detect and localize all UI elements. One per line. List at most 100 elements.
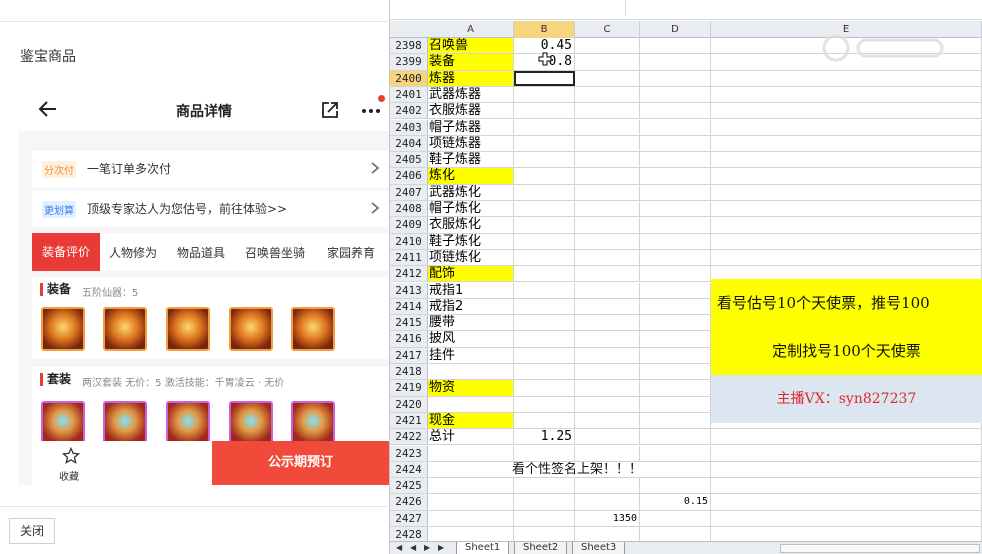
- cell-b[interactable]: [514, 184, 575, 200]
- cell-e[interactable]: [711, 70, 982, 86]
- cell-a[interactable]: 衣服炼器: [428, 103, 514, 119]
- cell-a[interactable]: 配饰: [428, 266, 514, 282]
- cell-b[interactable]: [514, 70, 575, 86]
- row-number[interactable]: 2404: [390, 135, 428, 152]
- cell-e[interactable]: [711, 461, 982, 478]
- cell-c[interactable]: [575, 478, 640, 494]
- cell-d[interactable]: [640, 38, 711, 54]
- cell-d[interactable]: 0.15: [640, 494, 711, 510]
- cell-b[interactable]: [514, 527, 575, 543]
- cell-b[interactable]: 1.25: [514, 429, 575, 445]
- col-header-d[interactable]: D: [640, 21, 711, 38]
- row-number[interactable]: 2414: [390, 298, 428, 315]
- row-number[interactable]: 2422: [390, 429, 428, 445]
- cell-b[interactable]: [514, 315, 575, 331]
- set-item[interactable]: [229, 401, 273, 445]
- row-number[interactable]: 2407: [390, 184, 428, 200]
- cell-b[interactable]: [514, 152, 575, 168]
- cell-b[interactable]: [514, 347, 575, 363]
- row-number[interactable]: 2413: [390, 282, 428, 298]
- cell-c[interactable]: [575, 168, 640, 184]
- cell-c[interactable]: [575, 282, 640, 298]
- cell-b[interactable]: [514, 168, 575, 184]
- cell-d[interactable]: [640, 315, 711, 331]
- tab-homestead[interactable]: 家园养育: [327, 244, 375, 261]
- cell-b[interactable]: [514, 249, 575, 266]
- prev-sheet-icon[interactable]: ◀: [410, 543, 416, 552]
- cell-c[interactable]: [575, 364, 640, 380]
- cell-e[interactable]: [711, 86, 982, 103]
- row-number[interactable]: 2402: [390, 103, 428, 119]
- col-header-a[interactable]: A: [428, 21, 514, 38]
- cell-d[interactable]: [640, 70, 711, 86]
- cell-c[interactable]: [575, 217, 640, 233]
- cell-d[interactable]: [640, 184, 711, 200]
- more-icon[interactable]: [359, 99, 383, 121]
- cell-b[interactable]: [514, 201, 575, 217]
- cell-d[interactable]: [640, 266, 711, 282]
- cell-e[interactable]: [711, 478, 982, 494]
- cell-b[interactable]: [514, 233, 575, 249]
- row-number[interactable]: 2409: [390, 217, 428, 233]
- cell-c[interactable]: [575, 86, 640, 103]
- row-number[interactable]: 2421: [390, 412, 428, 429]
- cell-a[interactable]: [428, 478, 514, 494]
- cell-b[interactable]: [514, 135, 575, 152]
- cell-e[interactable]: [711, 527, 982, 543]
- cell-e[interactable]: [711, 119, 982, 135]
- horizontal-scrollbar[interactable]: [780, 544, 980, 553]
- cell-d[interactable]: [640, 152, 711, 168]
- cell-b[interactable]: [514, 364, 575, 380]
- cell-c[interactable]: [575, 233, 640, 249]
- cell-d[interactable]: [640, 396, 711, 412]
- cell-b[interactable]: [514, 331, 575, 347]
- equipment-item[interactable]: [41, 307, 85, 351]
- cell-e[interactable]: [711, 103, 982, 119]
- cell-c[interactable]: 1350: [575, 510, 640, 526]
- share-icon[interactable]: [320, 100, 340, 120]
- cell-c[interactable]: [575, 494, 640, 510]
- cell-d[interactable]: [640, 527, 711, 543]
- cell-d[interactable]: [640, 282, 711, 298]
- last-sheet-icon[interactable]: ▶: [438, 543, 444, 552]
- cell-d[interactable]: [640, 331, 711, 347]
- cell-d[interactable]: [640, 510, 711, 526]
- cell-b[interactable]: [514, 298, 575, 315]
- row-number[interactable]: 2428: [390, 527, 428, 543]
- cell-b[interactable]: 0.45: [514, 38, 575, 54]
- cell-a[interactable]: [428, 527, 514, 543]
- cell-a[interactable]: 鞋子炼化: [428, 233, 514, 249]
- preorder-button[interactable]: 公示期预订: [212, 441, 389, 485]
- cell-a[interactable]: 帽子炼化: [428, 201, 514, 217]
- cell-e[interactable]: [711, 152, 982, 168]
- cell-a[interactable]: 装备: [428, 54, 514, 70]
- set-item[interactable]: [166, 401, 210, 445]
- cell-b[interactable]: [514, 103, 575, 119]
- cell-d[interactable]: [640, 168, 711, 184]
- tab-sheet2[interactable]: Sheet2: [514, 542, 568, 554]
- cell-d[interactable]: [640, 119, 711, 135]
- row-number[interactable]: 2403: [390, 119, 428, 135]
- equipment-item[interactable]: [229, 307, 273, 351]
- cell-d[interactable]: [640, 249, 711, 266]
- row-number[interactable]: 2419: [390, 380, 428, 396]
- row-number[interactable]: 2420: [390, 396, 428, 412]
- col-header-c[interactable]: C: [575, 21, 640, 38]
- cell-c[interactable]: [575, 249, 640, 266]
- cell-a[interactable]: [428, 396, 514, 412]
- cell-a[interactable]: 物资: [428, 380, 514, 396]
- row-number[interactable]: 2412: [390, 266, 428, 282]
- cell-a[interactable]: 炼器: [428, 70, 514, 86]
- row-number[interactable]: 2426: [390, 494, 428, 510]
- cell-d[interactable]: [640, 429, 711, 445]
- row-number[interactable]: 2405: [390, 152, 428, 168]
- expert-appraisal-row[interactable]: 更划算 顶级专家达人为您估号，前往体验>>: [32, 191, 389, 227]
- tab-sheet3[interactable]: Sheet3: [572, 542, 626, 554]
- cell-c[interactable]: [575, 119, 640, 135]
- cell-c[interactable]: [575, 331, 640, 347]
- cell-e[interactable]: [711, 510, 982, 526]
- cell-b[interactable]: [514, 478, 575, 494]
- cell-d[interactable]: [640, 135, 711, 152]
- cell-a[interactable]: 挂件: [428, 347, 514, 363]
- cell-b[interactable]: [514, 396, 575, 412]
